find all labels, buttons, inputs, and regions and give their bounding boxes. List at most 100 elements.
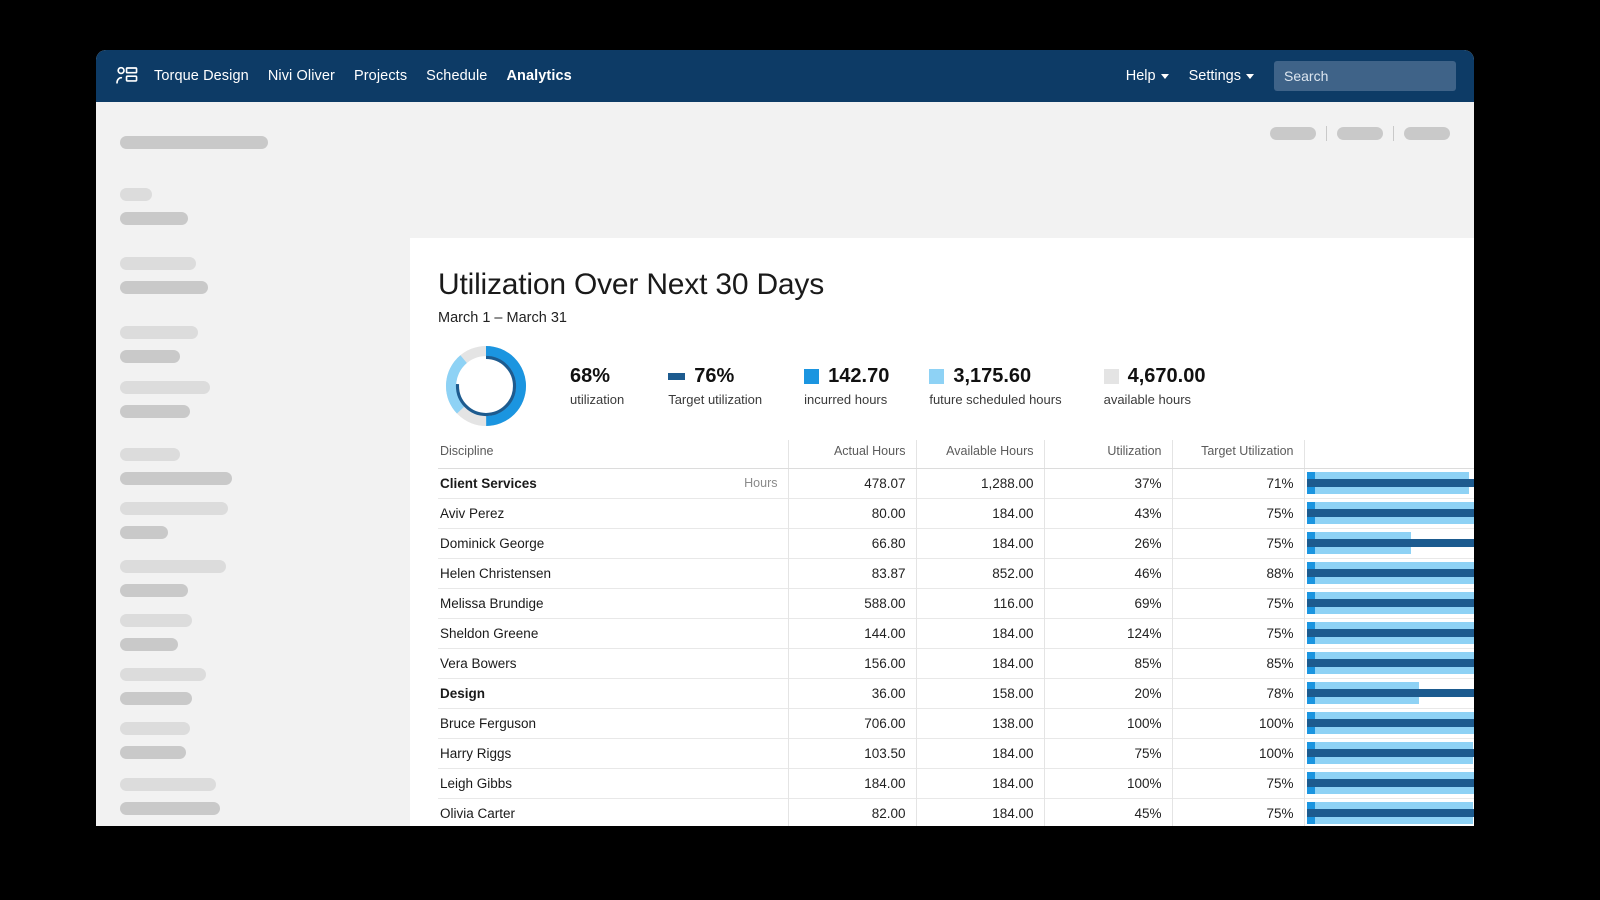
- column-header-available-hours[interactable]: Available Hours: [916, 440, 1044, 468]
- cell-actual-hours: 144.00: [788, 618, 916, 648]
- skeleton-bar: [120, 381, 210, 394]
- cell-discipline: Melissa Brundige: [438, 588, 788, 618]
- kpi-target-utilization: 76% Target utilization: [668, 365, 762, 407]
- skeleton-bar: [120, 614, 192, 627]
- skeleton-pill: [1270, 127, 1316, 140]
- page-title: Utilization Over Next 30 Days: [438, 268, 824, 302]
- divider: [1393, 126, 1394, 141]
- bar-target-utilization: [1307, 779, 1475, 787]
- cell-utilization: 124%: [1044, 618, 1172, 648]
- table-row[interactable]: Leigh Gibbs184.00184.00100%75%: [438, 768, 1474, 798]
- table-row[interactable]: Client ServicesHours478.071,288.0037%71%: [438, 468, 1474, 498]
- cell-actual-hours: 103.50: [788, 738, 916, 768]
- chevron-down-icon: [1161, 74, 1169, 79]
- cell-actual-hours: 156.00: [788, 648, 916, 678]
- cell-target-utilization: 100%: [1172, 738, 1304, 768]
- nav-link-schedule[interactable]: Schedule: [426, 68, 487, 84]
- cell-discipline: Design: [438, 678, 788, 708]
- nav-link-nivi-oliver[interactable]: Nivi Oliver: [268, 68, 335, 84]
- column-header-discipline[interactable]: Discipline: [438, 440, 788, 468]
- table-row[interactable]: Aviv Perez80.00184.0043%75%: [438, 498, 1474, 528]
- cell-actual-hours: 588.00: [788, 588, 916, 618]
- kpi-future-label: future scheduled hours: [929, 392, 1061, 407]
- bar-chart-group: [1307, 710, 1475, 736]
- cell-utilization-bar: [1304, 618, 1474, 648]
- column-header-target-utilization[interactable]: Target Utilization: [1172, 440, 1304, 468]
- cell-actual-hours: 36.00: [788, 678, 916, 708]
- skeleton-bar: [120, 584, 188, 597]
- skeleton-bar: [120, 188, 152, 201]
- table-row[interactable]: Vera Bowers156.00184.0085%85%: [438, 648, 1474, 678]
- cell-utilization-bar: [1304, 468, 1474, 498]
- kpi-incurred-hours: 142.70 incurred hours: [804, 365, 889, 407]
- table-row[interactable]: Harry Riggs103.50184.0075%100%: [438, 738, 1474, 768]
- cell-utilization: 45%: [1044, 798, 1172, 826]
- cell-target-utilization: 75%: [1172, 588, 1304, 618]
- column-header-utilization[interactable]: Utilization: [1044, 440, 1172, 468]
- help-menu[interactable]: Help: [1126, 68, 1169, 84]
- table-row[interactable]: Dominick George66.80184.0026%75%: [438, 528, 1474, 558]
- bar-target-utilization: [1307, 629, 1475, 637]
- chevron-down-icon: [1246, 74, 1254, 79]
- cell-target-utilization: 75%: [1172, 768, 1304, 798]
- skeleton-bar: [120, 560, 226, 573]
- cell-utilization-bar: [1304, 738, 1474, 768]
- skeleton-bar: [120, 472, 232, 485]
- skeleton-bar: [120, 692, 192, 705]
- hours-tag: Hours: [744, 476, 777, 490]
- cell-target-utilization: 71%: [1172, 468, 1304, 498]
- skeleton-bar: [120, 778, 216, 791]
- kpi-future-value: 3,175.60: [953, 365, 1031, 388]
- table-row[interactable]: Sheldon Greene144.00184.00124%75%: [438, 618, 1474, 648]
- column-header-actual-hours[interactable]: Actual Hours: [788, 440, 916, 468]
- app-window: Torque Design Nivi Oliver Projects Sched…: [96, 50, 1474, 826]
- cell-actual-hours: 478.07: [788, 468, 916, 498]
- kpi-incurred-label: incurred hours: [804, 392, 889, 407]
- nav-link-torque-design[interactable]: Torque Design: [154, 68, 249, 84]
- table-row[interactable]: Helen Christensen83.87852.0046%88%: [438, 558, 1474, 588]
- skeleton-bar: [120, 668, 206, 681]
- table-header-row: Discipline Actual Hours Available Hours …: [438, 440, 1474, 468]
- table-row[interactable]: Melissa Brundige588.00116.0069%75%: [438, 588, 1474, 618]
- cell-discipline: Leigh Gibbs: [438, 768, 788, 798]
- bar-chart-group: [1307, 650, 1475, 676]
- kpi-available-value: 4,670.00: [1128, 365, 1206, 388]
- cell-actual-hours: 82.00: [788, 798, 916, 826]
- bar-chart-group: [1307, 590, 1475, 616]
- table-row[interactable]: Design36.00158.0020%78%: [438, 678, 1474, 708]
- table-row[interactable]: Bruce Ferguson706.00138.00100%100%: [438, 708, 1474, 738]
- skeleton-bar: [120, 746, 186, 759]
- settings-menu[interactable]: Settings: [1189, 68, 1254, 84]
- cell-target-utilization: 75%: [1172, 498, 1304, 528]
- cell-discipline: Dominick George: [438, 528, 788, 558]
- cell-discipline: Client ServicesHours: [438, 468, 788, 498]
- cell-discipline: Olivia Carter: [438, 798, 788, 826]
- kpi-available-label: available hours: [1104, 392, 1206, 407]
- skeleton-bar: [120, 136, 268, 149]
- utilization-donut-chart: [438, 340, 534, 432]
- bar-chart-group: [1307, 560, 1475, 586]
- skeleton-bar: [120, 326, 198, 339]
- primary-nav-links: Torque Design Nivi Oliver Projects Sched…: [154, 68, 572, 84]
- cell-discipline: Aviv Perez: [438, 498, 788, 528]
- cell-utilization: 75%: [1044, 738, 1172, 768]
- skeleton-bar: [120, 448, 180, 461]
- nav-link-analytics[interactable]: Analytics: [506, 68, 571, 84]
- nav-link-projects[interactable]: Projects: [354, 68, 407, 84]
- table-row[interactable]: Olivia Carter82.00184.0045%75%: [438, 798, 1474, 826]
- skeleton-pill: [1404, 127, 1450, 140]
- cell-utilization-bar: [1304, 648, 1474, 678]
- legend-swatch-target: [668, 373, 685, 380]
- skeleton-bar: [120, 502, 228, 515]
- kpi-future-scheduled-hours: 3,175.60 future scheduled hours: [929, 365, 1061, 407]
- bar-chart-group: [1307, 620, 1475, 646]
- bar-target-utilization: [1307, 809, 1475, 817]
- kpi-target-value: 76%: [694, 365, 734, 388]
- search-input[interactable]: [1274, 61, 1456, 91]
- cell-utilization: 26%: [1044, 528, 1172, 558]
- bar-target-utilization: [1307, 719, 1475, 727]
- skeleton-bar: [120, 212, 188, 225]
- cell-available-hours: 852.00: [916, 558, 1044, 588]
- people-group-icon[interactable]: [116, 66, 138, 86]
- cell-utilization-bar: [1304, 588, 1474, 618]
